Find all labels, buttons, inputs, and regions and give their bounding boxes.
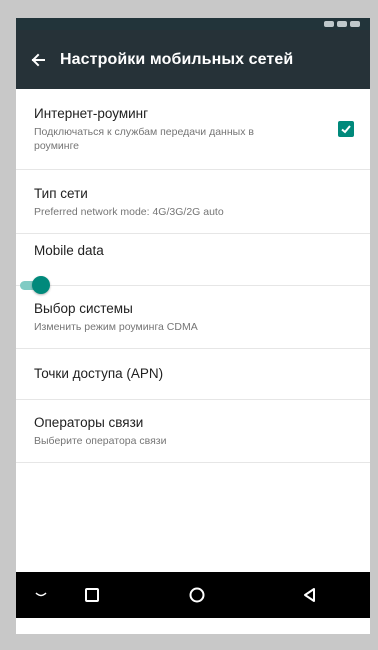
back-triangle-icon [304,588,315,602]
status-icons [324,18,360,30]
setting-operators[interactable]: Операторы связи Выберите оператора связи [16,400,370,463]
setting-summary: Выберите оператора связи [34,435,167,447]
back-button[interactable] [16,30,60,89]
phone-screen: Настройки мобильных сетей Интернет-роуми… [16,18,370,634]
setting-apn[interactable]: Точки доступа (APN) [16,349,370,400]
setting-summary: Изменить режим роуминга CDMA [34,321,198,333]
setting-title: Выбор системы [34,301,133,316]
page-title: Настройки мобильных сетей [60,50,294,68]
setting-title: Операторы связи [34,415,144,430]
setting-title: Тип сети [34,185,88,201]
keyboard-hide-button[interactable] [21,572,61,618]
arrow-left-icon [31,53,45,66]
home-button[interactable] [177,572,217,618]
setting-title: Mobile data [34,242,104,258]
recents-button[interactable] [72,572,112,618]
setting-title: Точки доступа (APN) [34,366,164,381]
setting-system-select[interactable]: Выбор системы Изменить режим роуминга CD… [16,286,370,349]
signal-icon [324,21,334,27]
settings-list: Интернет-роуминг Подключаться к службам … [16,89,370,463]
battery-icon [337,21,347,27]
check-icon [341,125,351,134]
back-nav-button[interactable] [290,572,330,618]
status-bar [16,18,370,30]
setting-summary: Preferred network mode: 4G/3G/2G auto [34,205,224,218]
roaming-checkbox[interactable] [338,121,354,137]
setting-mobile-data[interactable]: Mobile data [16,234,370,294]
recents-square-icon [85,588,99,602]
app-bar: Настройки мобильных сетей [16,30,370,89]
keyboard-hide-icon [35,592,47,597]
navigation-bar [16,572,370,618]
setting-network-type[interactable]: Тип сети Preferred network mode: 4G/3G/2… [16,170,370,234]
clock-icon [350,21,360,27]
setting-title: Интернет-роуминг [34,106,149,121]
setting-data-roaming[interactable]: Интернет-роуминг Подключаться к службам … [16,89,370,170]
setting-summary: Подключаться к службам передачи данных в… [34,126,254,152]
home-circle-icon [189,587,205,603]
